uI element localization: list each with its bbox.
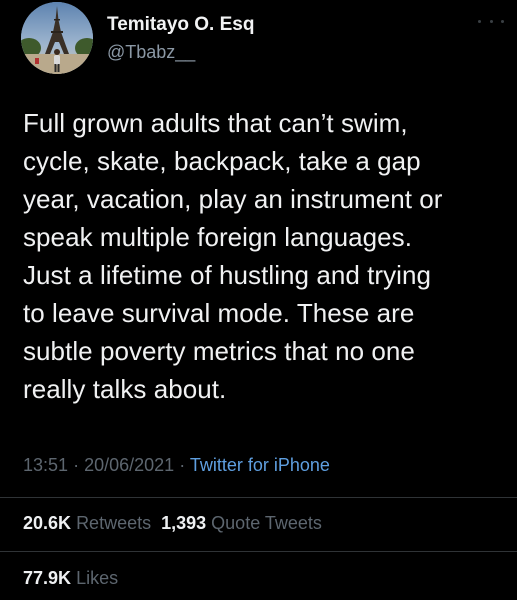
tweet-detail: Temitayo O. Esq @Tbabz__ Full grown adul…	[0, 0, 517, 600]
retweets-label: Retweets	[76, 513, 152, 533]
tweet-text-line: speak multiple foreign languages.	[23, 222, 413, 252]
retweets-link[interactable]: 20.6K Retweets	[23, 513, 151, 533]
tweet-source-link[interactable]: Twitter for iPhone	[190, 455, 330, 475]
dot	[501, 19, 504, 23]
tweet-text-line: really talks about.	[23, 374, 227, 404]
avatar[interactable]	[21, 2, 93, 74]
dot	[478, 19, 481, 23]
likes-count: 77.9K	[23, 568, 72, 588]
dot	[489, 19, 493, 23]
tweet-text-line: Full grown adults that can’t swim,	[23, 108, 408, 138]
retweet-stats-row: 20.6K Retweets 1,393 Quote Tweets	[23, 513, 322, 534]
tweet-text-line: subtle poverty metrics that no one	[23, 336, 415, 366]
likes-link[interactable]: 77.9K Likes	[23, 568, 118, 588]
retweets-count: 20.6K	[23, 513, 72, 533]
tweet-text-line: Just a lifetime of hustling and trying	[23, 260, 431, 290]
tweet-text-line: cycle, skate, backpack, take a gap	[23, 146, 421, 176]
eiffel-tower-photo	[21, 2, 93, 74]
author-handle[interactable]: @Tbabz__	[107, 42, 195, 63]
likes-stats-row: 77.9K Likes	[23, 568, 118, 589]
meta-separator: ·	[73, 455, 80, 475]
likes-label: Likes	[76, 568, 119, 588]
tweet-metadata: 13:51 · 20/06/2021 · Twitter for iPhone	[23, 455, 330, 476]
tweet-text-line: year, vacation, play an instrument or	[23, 184, 443, 214]
quote-tweets-count: 1,393	[161, 513, 207, 533]
tweet-time[interactable]: 13:51	[23, 455, 68, 475]
tweet-text-line: to leave survival mode. These are	[23, 298, 415, 328]
tweet-date[interactable]: 20/06/2021	[84, 455, 174, 475]
tweet-text: Full grown adults that can’t swim, cycle…	[23, 104, 513, 408]
author-display-name[interactable]: Temitayo O. Esq	[107, 14, 254, 36]
more-options-icon[interactable]	[478, 13, 504, 29]
quote-tweets-link[interactable]: 1,393 Quote Tweets	[161, 513, 322, 533]
meta-separator: ·	[179, 455, 186, 475]
divider	[0, 497, 517, 498]
divider	[0, 551, 517, 552]
quote-tweets-label: Quote Tweets	[211, 513, 322, 533]
